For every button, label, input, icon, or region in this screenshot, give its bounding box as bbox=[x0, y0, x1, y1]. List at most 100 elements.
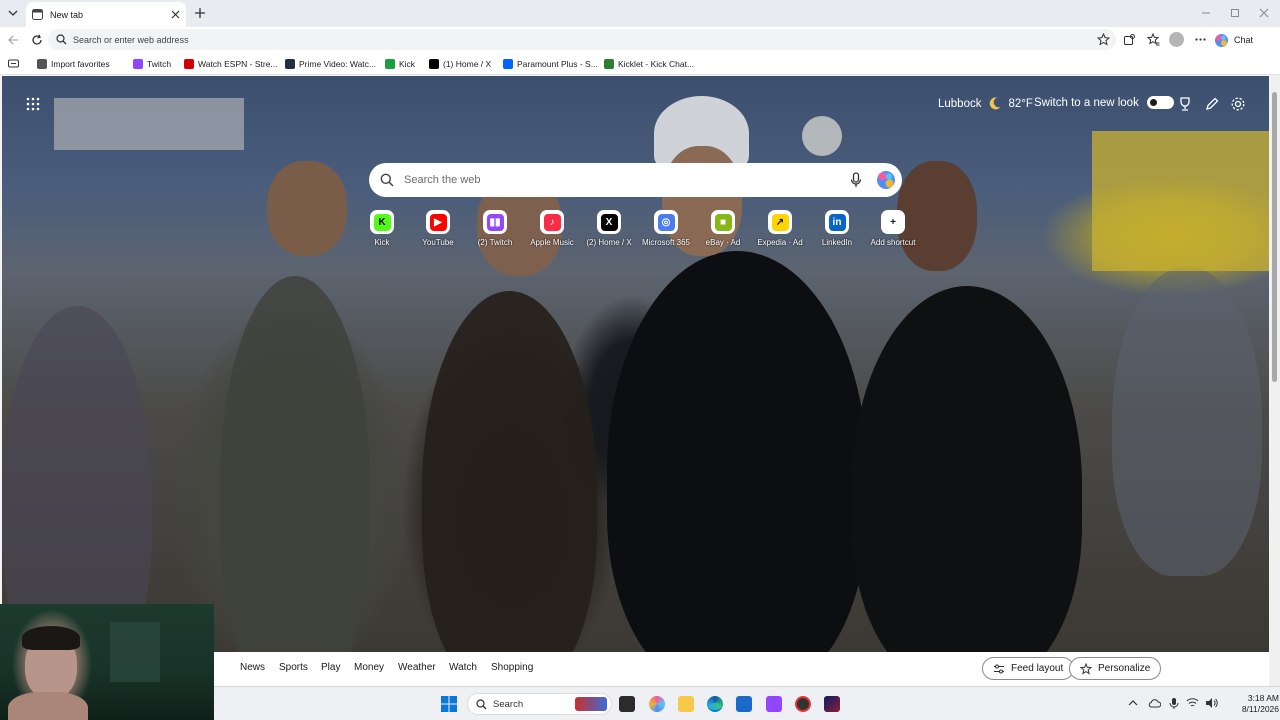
background-food-truck bbox=[1092, 131, 1269, 271]
feed-layout-button[interactable]: Feed layout bbox=[982, 657, 1075, 680]
recording-app-icon[interactable] bbox=[795, 696, 811, 712]
favorite-label: Watch ESPN - Stre... bbox=[198, 59, 278, 69]
minimize-icon[interactable] bbox=[1199, 6, 1213, 20]
shortcut-icon-tile: ◎ bbox=[654, 210, 678, 234]
copilot-icon[interactable] bbox=[876, 170, 896, 190]
personalize-button[interactable]: Personalize bbox=[1069, 657, 1162, 680]
new-look-toggle[interactable] bbox=[1146, 96, 1174, 109]
shortcut-icon-tile: in bbox=[825, 210, 849, 234]
taskbar-search-label: Search bbox=[493, 698, 524, 710]
game-app-icon[interactable] bbox=[824, 696, 840, 712]
chevron-up-icon[interactable] bbox=[1128, 698, 1138, 708]
shortcut-tile[interactable]: ▶ YouTube bbox=[408, 210, 468, 247]
new-tab-plus-icon[interactable] bbox=[194, 7, 206, 19]
wifi-icon[interactable] bbox=[1186, 697, 1199, 709]
tab-actions-chevron-icon[interactable] bbox=[7, 7, 19, 19]
chat-label: Chat bbox=[1234, 35, 1254, 45]
favorites-icon[interactable] bbox=[1147, 33, 1160, 46]
background-photo-figure bbox=[220, 276, 370, 686]
shortcut-tile[interactable]: K Kick bbox=[352, 210, 412, 247]
add-favorite-star-icon[interactable] bbox=[1097, 33, 1110, 46]
favorite-item[interactable]: Paramount Plus - S... bbox=[503, 57, 598, 71]
microphone-icon[interactable] bbox=[1169, 697, 1179, 710]
webcam-person-hair bbox=[22, 626, 80, 650]
back-icon[interactable] bbox=[7, 34, 19, 46]
taskbar-search[interactable]: Search bbox=[467, 693, 612, 715]
edit-pencil-icon[interactable] bbox=[1204, 96, 1220, 112]
feed-tab[interactable]: Play bbox=[321, 662, 340, 673]
page-scrollbar[interactable] bbox=[1270, 76, 1280, 686]
background-photo-figure bbox=[267, 161, 347, 256]
webcam-overlay bbox=[0, 604, 214, 720]
background-photo-figure bbox=[607, 251, 867, 686]
shortcut-icon-tile: ↗ bbox=[768, 210, 792, 234]
shortcut-tile[interactable]: X (2) Home / X bbox=[579, 210, 639, 247]
tab-new-tab[interactable]: New tab bbox=[26, 2, 186, 27]
weather-temperature: 82°F bbox=[1008, 97, 1033, 110]
scrollbar-thumb[interactable] bbox=[1272, 92, 1277, 382]
taskbar-date: 8/11/2026 bbox=[1241, 704, 1279, 714]
shortcut-tile[interactable]: + Add shortcut bbox=[863, 210, 923, 247]
taskbar-clock[interactable]: 3:18 AM 8/11/2026 bbox=[1219, 693, 1279, 715]
feed-tab[interactable]: Sports bbox=[279, 662, 308, 673]
profile-avatar[interactable] bbox=[1169, 32, 1184, 47]
shortcut-tile[interactable]: ■ eBay · Ad bbox=[693, 210, 753, 247]
paramount-icon bbox=[503, 59, 513, 69]
feed-tab[interactable]: Weather bbox=[398, 662, 436, 673]
favorite-item[interactable]: Twitch bbox=[133, 57, 171, 71]
shortcut-tile[interactable]: ♪ Apple Music bbox=[522, 210, 582, 247]
maximize-icon[interactable] bbox=[1228, 6, 1242, 20]
microsoft-store-icon[interactable] bbox=[736, 696, 752, 712]
web-search-box[interactable]: Search the web bbox=[369, 163, 902, 197]
feed-tab[interactable]: Money bbox=[354, 662, 384, 673]
personalize-star-icon bbox=[1080, 662, 1092, 675]
file-explorer-icon[interactable] bbox=[678, 696, 694, 712]
shortcut-icon-tile: ▶ bbox=[426, 210, 450, 234]
more-options-icon[interactable] bbox=[1194, 33, 1207, 46]
shortcut-label: (2) Twitch bbox=[477, 238, 513, 247]
edge-browser-icon[interactable] bbox=[707, 696, 723, 712]
new-look-switch[interactable]: Switch to a new look bbox=[1034, 96, 1174, 109]
close-window-icon[interactable] bbox=[1257, 6, 1271, 20]
ebay-icon: ■ bbox=[714, 213, 732, 231]
rewards-trophy-icon[interactable] bbox=[1177, 96, 1193, 112]
favorite-label: Twitch bbox=[147, 59, 172, 69]
shortcut-tile[interactable]: in LinkedIn bbox=[807, 210, 867, 247]
refresh-icon[interactable] bbox=[31, 34, 43, 46]
onedrive-cloud-icon[interactable] bbox=[1148, 697, 1161, 709]
youtube-icon: ▶ bbox=[429, 213, 447, 231]
shortcut-label: Apple Music bbox=[530, 238, 574, 247]
twitch-taskbar-icon[interactable] bbox=[766, 696, 782, 712]
favorite-item[interactable]: Watch ESPN - Stre... bbox=[184, 57, 278, 71]
copilot-chat-button[interactable]: Chat bbox=[1214, 30, 1253, 50]
apps-launcher-icon[interactable] bbox=[26, 97, 40, 111]
address-bar[interactable]: Search or enter web address bbox=[48, 29, 1116, 50]
address-bar-placeholder: Search or enter web address bbox=[73, 34, 189, 45]
favorite-label: Kicklet - Kick Chat... bbox=[618, 59, 695, 69]
feed-tab[interactable]: News bbox=[240, 662, 265, 673]
shortcut-label: Add shortcut bbox=[870, 238, 916, 247]
settings-gear-icon[interactable] bbox=[1230, 96, 1246, 112]
favorite-item[interactable]: Kick bbox=[385, 57, 415, 71]
shortcut-tile[interactable]: ↗ Expedia · Ad bbox=[750, 210, 810, 247]
favorite-item[interactable]: Prime Video: Watc... bbox=[285, 57, 376, 71]
favorite-item[interactable]: (1) Home / X bbox=[429, 57, 491, 71]
shortcut-label: Microsoft 365 bbox=[641, 238, 691, 247]
microphone-icon[interactable] bbox=[850, 172, 862, 188]
favorite-item[interactable]: Import favorites bbox=[37, 57, 110, 71]
tab-title: New tab bbox=[50, 9, 84, 20]
volume-icon[interactable] bbox=[1205, 697, 1218, 709]
shortcut-tile[interactable]: ◎ Microsoft 365 bbox=[636, 210, 696, 247]
favorite-item[interactable]: Kicklet - Kick Chat... bbox=[604, 57, 694, 71]
sidebar-toggle-icon[interactable] bbox=[8, 58, 19, 69]
extensions-icon[interactable] bbox=[1123, 33, 1136, 46]
feed-tab[interactable]: Watch bbox=[449, 662, 477, 673]
windows-start-icon[interactable] bbox=[441, 696, 457, 712]
task-view-icon[interactable] bbox=[619, 696, 635, 712]
feed-tab[interactable]: Shopping bbox=[491, 662, 533, 673]
copilot-taskbar-icon[interactable] bbox=[649, 696, 665, 712]
weather-widget[interactable]: Lubbock 82°F bbox=[938, 96, 1033, 111]
taskbar-time: 3:18 AM bbox=[1247, 693, 1279, 703]
shortcut-tile[interactable]: ▮▮ (2) Twitch bbox=[465, 210, 525, 247]
close-tab-icon[interactable] bbox=[171, 10, 180, 19]
